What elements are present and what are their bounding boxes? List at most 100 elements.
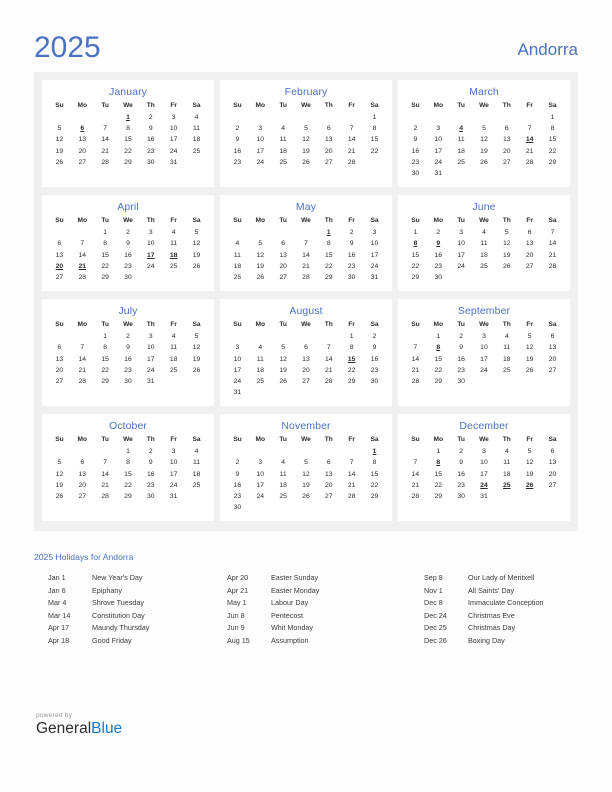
day-cell: 12 xyxy=(525,459,534,467)
weekday-header-tu: Tu xyxy=(279,321,287,329)
day-cell-empty xyxy=(226,446,249,457)
day-cell: 24 xyxy=(233,377,242,385)
day-cell: 23 xyxy=(434,262,443,270)
month-row: July Su Mo Tu We Th Fr Sa 1 2 3 4 5 6 7 8 9 10 11 12 13 14 15 1… xyxy=(34,299,578,407)
day-cell: 20 xyxy=(525,251,534,259)
day-cell: 29 xyxy=(124,493,132,501)
day-cell: 15 xyxy=(370,470,379,478)
day-cell: 30 xyxy=(457,493,465,501)
weekday-header-fr: Fr xyxy=(526,217,533,225)
week-row: 1 xyxy=(226,112,386,123)
weekday-header-we: We xyxy=(123,102,133,109)
day-cell: 13 xyxy=(78,136,87,144)
day-cell: 4 xyxy=(281,125,285,133)
weekday-header-mo: Mo xyxy=(433,321,444,329)
day-cell: 22 xyxy=(370,147,379,155)
weekday-header-tu: Tu xyxy=(457,321,465,329)
day-cell: 2 xyxy=(372,333,377,341)
day-cell-empty xyxy=(541,491,564,502)
day-cell: 30 xyxy=(370,377,379,385)
day-cell-empty xyxy=(162,376,185,387)
weekday-header-sa: Sa xyxy=(192,436,201,444)
day-cell: 1 xyxy=(413,229,418,237)
day-cell: 16 xyxy=(434,251,443,259)
weekday-header-tu: Tu xyxy=(101,217,109,225)
week-row: 14 15 16 17 18 19 20 xyxy=(404,469,564,480)
day-cell: 6 xyxy=(304,344,308,352)
week-row: 6 7 8 9 10 11 12 xyxy=(48,342,208,353)
day-cell-empty xyxy=(495,272,518,283)
day-cell: 23 xyxy=(124,366,132,374)
day-cell: 5 xyxy=(194,229,199,237)
day-cell: 30 xyxy=(434,273,443,281)
day-cell: 3 xyxy=(171,114,176,122)
weekday-header-su: Su xyxy=(411,217,420,225)
day-cell: 27 xyxy=(55,273,64,281)
month-february: February Su Mo Tu We Th Fr Sa 1 2 3 4 5 6 7 8 9 10 11 12 13 1… xyxy=(220,80,392,188)
week-row: 27 28 29 30 xyxy=(48,272,208,283)
day-cell: 3 xyxy=(148,229,153,237)
day-cell-empty xyxy=(226,227,249,238)
day-cell: 8 xyxy=(126,459,130,467)
week-row: 5 6 7 8 9 10 11 xyxy=(48,123,208,134)
holiday-name: Our Lady of Meritxell xyxy=(468,573,535,582)
week-row: 2 3 4 5 6 7 8 xyxy=(226,457,386,468)
holiday-name: Easter Monday xyxy=(271,585,320,595)
day-cell-empty xyxy=(48,446,71,457)
day-cell: 12 xyxy=(302,136,310,144)
day-cell: 6 xyxy=(80,459,85,467)
day-cell: 13 xyxy=(78,470,87,478)
weekday-header-we: We xyxy=(479,321,489,329)
day-cell: 6 xyxy=(326,125,331,133)
day-cell: 29 xyxy=(325,273,333,281)
day-cell: 14 xyxy=(411,470,420,478)
holiday-name: New Year's Day xyxy=(92,573,143,582)
weekday-header-su: Su xyxy=(55,217,64,225)
holiday-date: Dec 8 xyxy=(424,598,443,608)
month-row: April Su Mo Tu We Th Fr Sa 1 2 3 4 5 6 7 8 9 10 11 12 13 14 15… xyxy=(34,195,578,292)
day-cell-empty xyxy=(71,227,94,238)
day-cell: 15 xyxy=(101,251,109,259)
day-cell-holiday: 25 xyxy=(503,481,511,489)
month-day-grid: Su Mo Tu We Th Fr Sa 1 2 3 4 5 6 7 8 9 10 11 12 13 14 15 16 17 1… xyxy=(404,320,564,387)
day-cell-holiday: 8 xyxy=(436,344,441,352)
day-cell: 4 xyxy=(194,448,199,456)
weekday-header-sa: Sa xyxy=(548,321,557,329)
month-name: March xyxy=(469,86,499,98)
weekday-header-th: Th xyxy=(502,217,511,225)
holiday-name: Labour Day xyxy=(271,598,309,608)
day-cell-empty xyxy=(48,112,71,123)
holiday-name: Christmas Eve xyxy=(468,610,515,620)
day-cell: 22 xyxy=(411,262,420,270)
day-cell: 22 xyxy=(101,262,109,270)
day-cell: 17 xyxy=(233,366,242,374)
day-cell-holiday: 9 xyxy=(436,240,441,248)
holiday-list-item: Sep 8 Our Lady of Meritxell xyxy=(424,572,578,585)
day-cell-empty xyxy=(317,446,340,457)
weekday-header-mo: Mo xyxy=(255,321,266,329)
month-name: November xyxy=(281,420,331,433)
day-cell-empty xyxy=(404,112,427,123)
week-row: 25 26 27 28 29 30 31 xyxy=(226,272,386,283)
day-cell-holiday: 21 xyxy=(78,262,87,270)
day-cell: 16 xyxy=(147,136,155,144)
day-cell-empty xyxy=(139,272,162,283)
day-cell-empty xyxy=(541,272,564,283)
holiday-list-item: Mar 14 Constitution Day xyxy=(48,610,224,623)
day-cell: 29 xyxy=(370,493,379,501)
holiday-name: Immaculate Conception xyxy=(468,598,544,608)
day-cell: 28 xyxy=(548,262,557,270)
day-cell: 21 xyxy=(347,147,356,155)
day-cell: 11 xyxy=(457,136,465,144)
weekday-header-mo: Mo xyxy=(77,321,88,329)
day-cell-empty xyxy=(473,112,496,123)
day-cell: 29 xyxy=(548,158,557,166)
month-name: December xyxy=(459,420,509,433)
page-title-year: 2025 xyxy=(34,31,101,64)
day-cell: 23 xyxy=(370,366,379,374)
month-day-grid: Su Mo Tu We Th Fr Sa 1 2 3 4 5 6 7 8 9 10 11 12 13 14 15 16 17 1… xyxy=(404,435,564,502)
day-cell: 2 xyxy=(126,229,130,237)
month-day-grid: Su Mo Tu We Th Fr Sa 1 2 3 4 5 6 7 8 9 10 11 12 13 14 15 16 17 1… xyxy=(404,216,564,283)
day-cell: 1 xyxy=(372,114,377,122)
day-cell: 20 xyxy=(325,147,333,155)
